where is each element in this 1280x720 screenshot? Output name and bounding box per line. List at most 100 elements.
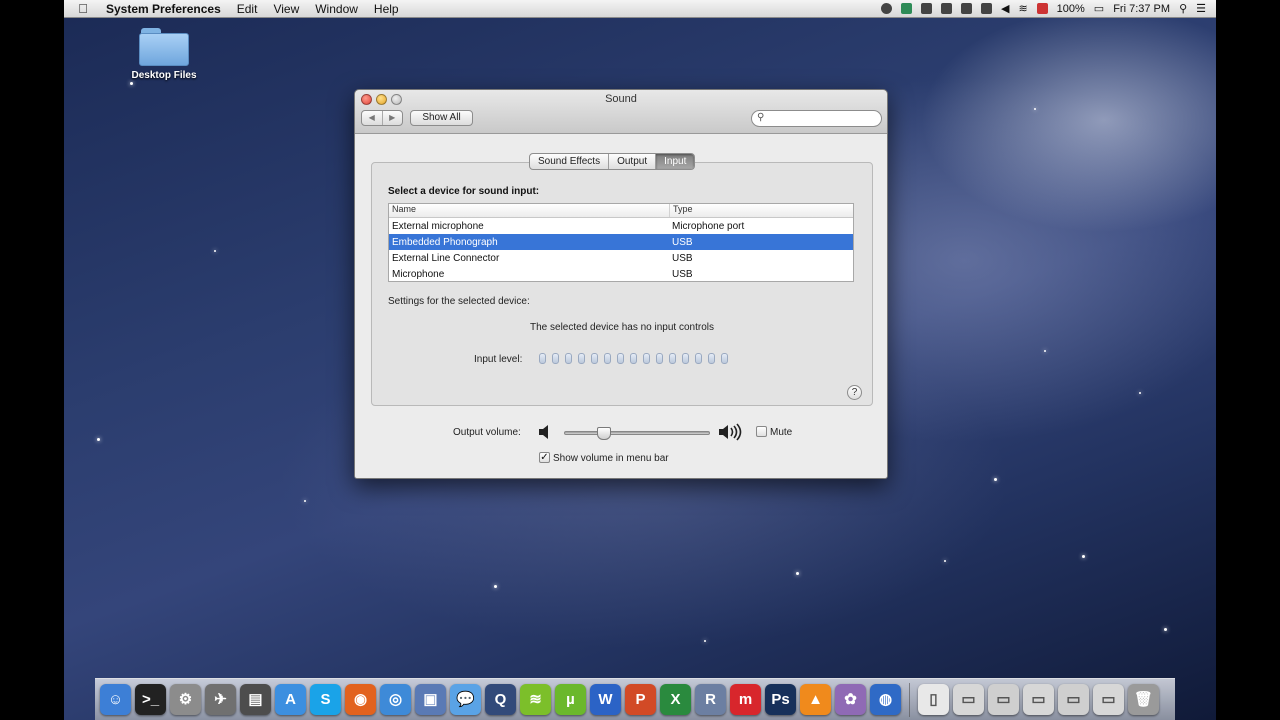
dock-messages-icon[interactable]: 💬	[450, 684, 481, 715]
dock-skype-icon[interactable]: S	[310, 684, 341, 715]
star	[1139, 392, 1141, 394]
help-button[interactable]: ?	[847, 385, 862, 400]
table-header: Name Type	[389, 204, 853, 218]
tab-sound-effects[interactable]: Sound Effects	[530, 154, 608, 169]
dock-screenshot-3-icon[interactable]: ▭	[1023, 684, 1054, 715]
no-input-controls-message: The selected device has no input control…	[530, 322, 714, 333]
star	[304, 500, 306, 502]
dock: ☺ >_ ⚙ ✈ ▤ A S ◉ ◎ ▣ 💬 Q ≋ µ W P X Rm Ps ▲ ✿ ◍ ▯ ▭ ▭ ▭ ▭ ▭ 🗑	[95, 678, 1175, 720]
output-volume-slider[interactable]	[564, 427, 710, 440]
dock-network-utility-icon[interactable]: ◍	[870, 684, 901, 715]
dock-activity-monitor-icon[interactable]: ▤	[240, 684, 271, 715]
tools-icon[interactable]	[940, 3, 952, 14]
input-level-segment	[708, 353, 715, 364]
time-machine-icon[interactable]	[960, 3, 972, 14]
dock-system-preferences-icon[interactable]: ⚙	[170, 684, 201, 715]
forward-button[interactable]: ▶	[381, 111, 403, 125]
record-icon[interactable]	[880, 3, 892, 14]
menu-bar:  System Preferences Edit View Window He…	[64, 0, 1216, 18]
table-row[interactable]: Embedded Phonograph USB	[389, 234, 853, 250]
notification-center-icon[interactable]: ☰	[1196, 2, 1206, 15]
search-field[interactable]: ⚲	[751, 110, 882, 127]
wifi-icon[interactable]: ≋	[1018, 2, 1027, 15]
input-level-segment	[578, 353, 585, 364]
dock-powerpoint-icon[interactable]: P	[625, 684, 656, 715]
menu-app-name[interactable]: System Preferences	[102, 2, 229, 16]
dock-screenshot-5-icon[interactable]: ▭	[1093, 684, 1124, 715]
search-icon: ⚲	[757, 112, 765, 123]
device-list-heading: Select a device for sound input:	[388, 186, 540, 197]
dock-photos-icon[interactable]: ✿	[835, 684, 866, 715]
menu-help[interactable]: Help	[366, 2, 407, 16]
star	[994, 478, 997, 481]
dock-r-studio-icon[interactable]: R	[695, 684, 726, 715]
mute-checkbox[interactable]	[756, 426, 767, 437]
spotlight-icon[interactable]: ⚲	[1179, 2, 1187, 15]
apple-menu-icon[interactable]: 	[64, 1, 102, 16]
input-level-segment	[552, 353, 559, 364]
battery-text[interactable]: 100%	[1057, 3, 1085, 15]
tab-input[interactable]: Input	[655, 154, 695, 169]
input-level-segment	[669, 353, 676, 364]
dock-photoshop-icon[interactable]: Ps	[765, 684, 796, 715]
column-header-name[interactable]: Name	[389, 204, 669, 217]
battery-icon[interactable]: ▭	[1094, 2, 1104, 15]
title-bar[interactable]: Sound ◀ ▶ Show All ⚲	[355, 90, 887, 134]
clock[interactable]: Fri 7:37 PM	[1113, 3, 1170, 15]
dock-preview-icon[interactable]: ▣	[415, 684, 446, 715]
input-level-segment	[721, 353, 728, 364]
input-level-segment	[630, 353, 637, 364]
column-header-type[interactable]: Type	[669, 204, 853, 217]
star	[1164, 628, 1167, 631]
tab-output[interactable]: Output	[608, 154, 655, 169]
volume-icon[interactable]: ◀	[1001, 2, 1009, 15]
table-row[interactable]: External Line Connector USB	[389, 250, 853, 266]
dock-finder-icon[interactable]: ☺	[100, 684, 131, 715]
dock-word-icon[interactable]: W	[590, 684, 621, 715]
dock-terminal-icon[interactable]: >_	[135, 684, 166, 715]
device-type: USB	[672, 236, 693, 248]
dock-app-store-icon[interactable]: A	[275, 684, 306, 715]
dock-utorrent-icon[interactable]: µ	[555, 684, 586, 715]
desktop-folder-label: Desktop Files	[131, 70, 197, 81]
input-level-segment	[643, 353, 650, 364]
menu-edit[interactable]: Edit	[229, 2, 266, 16]
back-button[interactable]: ◀	[362, 111, 382, 125]
dock-vlc-icon[interactable]: ▲	[800, 684, 831, 715]
show-all-button[interactable]: Show All	[410, 110, 473, 126]
dock-quicktime-icon[interactable]: Q	[485, 684, 516, 715]
dock-document-icon[interactable]: ▯	[918, 684, 949, 715]
input-level-label: Input level:	[474, 354, 523, 365]
dock-trash-icon[interactable]: 🗑	[1128, 684, 1159, 715]
tab-bar: Sound Effects Output Input	[529, 153, 696, 170]
input-level-segment	[695, 353, 702, 364]
drive-icon[interactable]	[920, 3, 932, 14]
device-type: USB	[672, 252, 693, 264]
dock-screenshot-2-icon[interactable]: ▭	[988, 684, 1019, 715]
dock-mega-icon[interactable]: m	[730, 684, 761, 715]
volume-slider-knob[interactable]	[596, 427, 611, 440]
dock-screenshot-4-icon[interactable]: ▭	[1058, 684, 1089, 715]
dock-firefox-icon[interactable]: ◉	[345, 684, 376, 715]
desktop-folder[interactable]: Desktop Files	[124, 28, 204, 81]
bluetooth-icon[interactable]	[980, 3, 992, 14]
table-row[interactable]: External microphone Microphone port	[389, 218, 853, 234]
device-type: USB	[672, 268, 693, 280]
dock-launchpad-icon[interactable]: ✈	[205, 684, 236, 715]
star	[1034, 108, 1036, 110]
output-volume-label: Output volume:	[453, 427, 521, 438]
dock-spotify-icon[interactable]: ≋	[520, 684, 551, 715]
dock-safari-icon[interactable]: ◎	[380, 684, 411, 715]
star	[944, 560, 946, 562]
menu-view[interactable]: View	[265, 2, 307, 16]
input-source-flag-icon[interactable]	[1036, 3, 1048, 14]
dock-excel-icon[interactable]: X	[660, 684, 691, 715]
app-status-icon[interactable]	[900, 3, 912, 14]
show-volume-checkbox[interactable]: ✓	[539, 452, 550, 463]
table-row[interactable]: Microphone USB	[389, 266, 853, 282]
menu-window[interactable]: Window	[307, 2, 366, 16]
input-device-table: Name Type External microphone Microphone…	[388, 203, 854, 282]
dock-screenshot-1-icon[interactable]: ▭	[953, 684, 984, 715]
desktop:  System Preferences Edit View Window He…	[64, 0, 1216, 720]
input-level-meter	[539, 353, 728, 364]
